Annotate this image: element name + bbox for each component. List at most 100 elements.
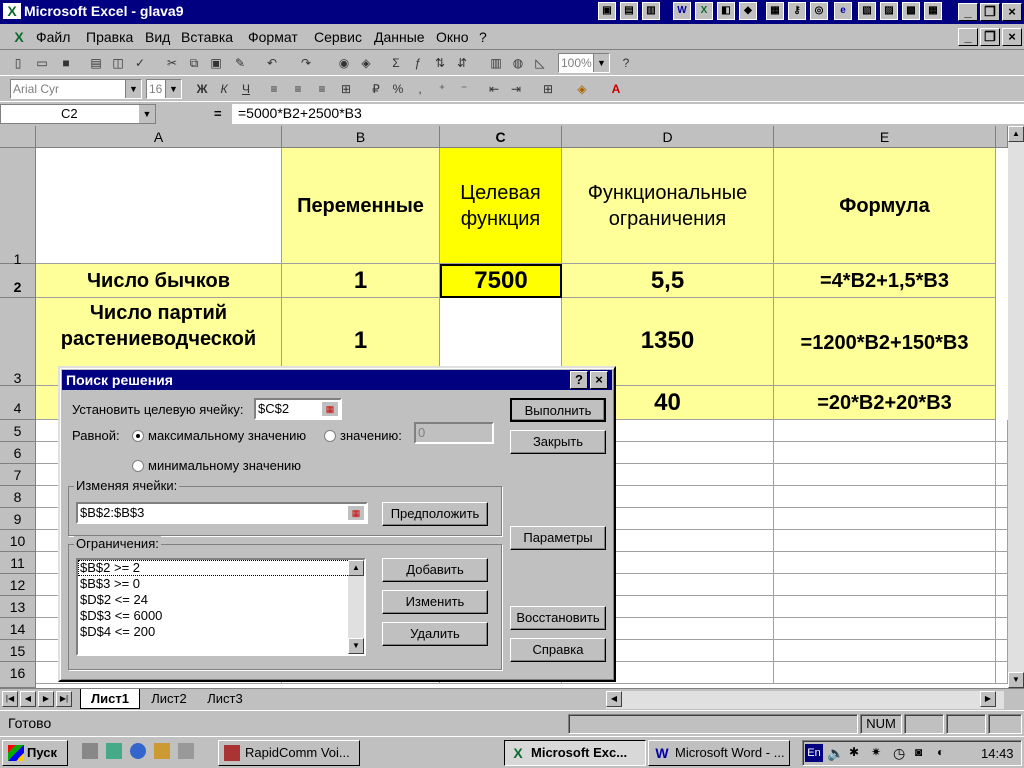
- cell-f8[interactable]: [996, 486, 1008, 508]
- formula-equals[interactable]: =: [214, 106, 222, 121]
- cell-f11[interactable]: [996, 552, 1008, 574]
- language-indicator[interactable]: En: [805, 744, 823, 762]
- sort-descending-icon[interactable]: ⇵: [452, 53, 472, 73]
- cell-e6[interactable]: [774, 442, 996, 464]
- powerpoint-shortcut-icon[interactable]: ◧: [717, 2, 735, 20]
- tab-sheet1[interactable]: Лист1: [80, 689, 140, 709]
- cell-f5[interactable]: [996, 420, 1008, 442]
- row-header[interactable]: 10: [0, 530, 36, 552]
- align-center-icon[interactable]: ≡: [288, 79, 308, 99]
- horizontal-scrollbar[interactable]: ◀ ▶: [606, 691, 1004, 709]
- quicklaunch-icon[interactable]: [106, 743, 122, 759]
- next-sheet-icon[interactable]: ▶: [38, 691, 54, 707]
- row-header[interactable]: 1: [0, 148, 36, 267]
- row-header[interactable]: 5: [0, 420, 36, 442]
- cell-e14[interactable]: [774, 618, 996, 640]
- new-icon[interactable]: ▯: [8, 53, 28, 73]
- min-radio[interactable]: [132, 460, 144, 472]
- row-header[interactable]: 2: [0, 264, 36, 298]
- cell-c1[interactable]: Целевая функция: [440, 148, 562, 264]
- value-radio-label[interactable]: значению:: [340, 428, 402, 443]
- guess-button[interactable]: Предположить: [382, 502, 488, 526]
- doc-close-button[interactable]: ×: [1002, 28, 1022, 46]
- close-button[interactable]: ×: [1002, 3, 1022, 21]
- cell-e8[interactable]: [774, 486, 996, 508]
- decrease-indent-icon[interactable]: ⇤: [484, 79, 504, 99]
- word-shortcut-icon[interactable]: W: [673, 2, 691, 20]
- fill-color-icon[interactable]: ◈: [572, 79, 592, 99]
- font-size-select[interactable]: 16 ▼: [146, 79, 182, 99]
- cell-e1[interactable]: Формула: [774, 148, 996, 264]
- office-shortcut-icon[interactable]: ▣: [598, 2, 616, 20]
- font-color-icon[interactable]: A: [606, 79, 626, 99]
- zoom-select[interactable]: 100% ▼: [558, 53, 610, 73]
- tray-icon[interactable]: ✱: [849, 745, 859, 759]
- undo-icon[interactable]: ↶: [262, 53, 282, 73]
- row-header[interactable]: 4: [0, 386, 36, 420]
- folder-shortcut-icon[interactable]: ▥: [642, 2, 660, 20]
- row-header[interactable]: 8: [0, 486, 36, 508]
- menu-edit[interactable]: Правка: [86, 29, 133, 45]
- list-item[interactable]: $D$3 <= 6000: [78, 608, 364, 624]
- last-sheet-icon[interactable]: ▶|: [56, 691, 72, 707]
- options-button[interactable]: Параметры: [510, 526, 606, 550]
- clock[interactable]: 14:43: [981, 746, 1014, 761]
- web-toolbar-icon[interactable]: ◈: [356, 53, 376, 73]
- decrease-decimal-icon[interactable]: ⁻: [454, 79, 474, 99]
- chart-wizard-icon[interactable]: ▥: [486, 53, 506, 73]
- doc-minimize-button[interactable]: _: [958, 28, 978, 46]
- save-icon[interactable]: ■: [56, 53, 76, 73]
- changing-cells-input[interactable]: $B$2:$B$3 ▦: [76, 502, 368, 524]
- task-rapidcomm[interactable]: RapidComm Voi...: [218, 740, 360, 766]
- row-header[interactable]: 6: [0, 442, 36, 464]
- task-word[interactable]: W Microsoft Word - ...: [648, 740, 790, 766]
- restore-button[interactable]: ❐: [980, 3, 1000, 21]
- access-shortcut-icon[interactable]: ◆: [739, 2, 757, 20]
- shortcut-icon[interactable]: ▨: [880, 2, 898, 20]
- ie-shortcut-icon[interactable]: e: [834, 2, 852, 20]
- row-header[interactable]: 7: [0, 464, 36, 486]
- first-sheet-icon[interactable]: |◀: [2, 691, 18, 707]
- sort-ascending-icon[interactable]: ⇅: [430, 53, 450, 73]
- cut-icon[interactable]: ✂: [162, 53, 182, 73]
- underline-icon[interactable]: Ч: [236, 79, 256, 99]
- row-header[interactable]: 15: [0, 640, 36, 662]
- row-header[interactable]: 3: [0, 298, 36, 386]
- scroll-right-icon[interactable]: ▶: [980, 691, 996, 707]
- cell-e12[interactable]: [774, 574, 996, 596]
- ie-quicklaunch-icon[interactable]: [130, 743, 146, 759]
- scroll-down-icon[interactable]: ▼: [1008, 672, 1024, 688]
- min-radio-label[interactable]: минимальному значению: [148, 458, 301, 473]
- select-all-corner[interactable]: [0, 126, 36, 148]
- doc-restore-button[interactable]: ❐: [980, 28, 1000, 46]
- collapse-dialog-icon[interactable]: ▦: [322, 402, 338, 416]
- list-item[interactable]: $B$3 >= 0: [78, 576, 364, 592]
- comma-style-icon[interactable]: ,: [410, 79, 430, 99]
- scroll-up-icon[interactable]: ▲: [348, 560, 364, 576]
- menu-file[interactable]: Файл: [36, 29, 70, 45]
- row-header[interactable]: 13: [0, 596, 36, 618]
- change-button[interactable]: Изменить: [382, 590, 488, 614]
- borders-icon[interactable]: ⊞: [538, 79, 558, 99]
- column-header-f[interactable]: [996, 126, 1008, 148]
- search-shortcut-icon[interactable]: ◎: [810, 2, 828, 20]
- dialog-title-bar[interactable]: Поиск решения ? ×: [62, 370, 612, 390]
- redo-icon[interactable]: ↷: [296, 53, 316, 73]
- copy-icon[interactable]: ⧉: [184, 53, 204, 73]
- cell-e13[interactable]: [774, 596, 996, 618]
- tray-icon[interactable]: ✷: [871, 745, 881, 759]
- max-radio-label[interactable]: максимальному значению: [148, 428, 306, 443]
- scheduler-icon[interactable]: ◷: [893, 745, 905, 762]
- print-icon[interactable]: ▤: [86, 53, 106, 73]
- spelling-icon[interactable]: ✓: [130, 53, 150, 73]
- delete-button[interactable]: Удалить: [382, 622, 488, 646]
- value-radio[interactable]: [324, 430, 336, 442]
- list-item[interactable]: $D$2 <= 24: [78, 592, 364, 608]
- menu-format[interactable]: Формат: [248, 29, 298, 45]
- prev-sheet-icon[interactable]: ◀: [20, 691, 36, 707]
- list-scrollbar[interactable]: ▲ ▼: [348, 560, 364, 654]
- workbook-icon[interactable]: X: [10, 29, 28, 45]
- add-button[interactable]: Добавить: [382, 558, 488, 582]
- value-input[interactable]: 0: [414, 422, 494, 444]
- function-icon[interactable]: ƒ: [408, 53, 428, 73]
